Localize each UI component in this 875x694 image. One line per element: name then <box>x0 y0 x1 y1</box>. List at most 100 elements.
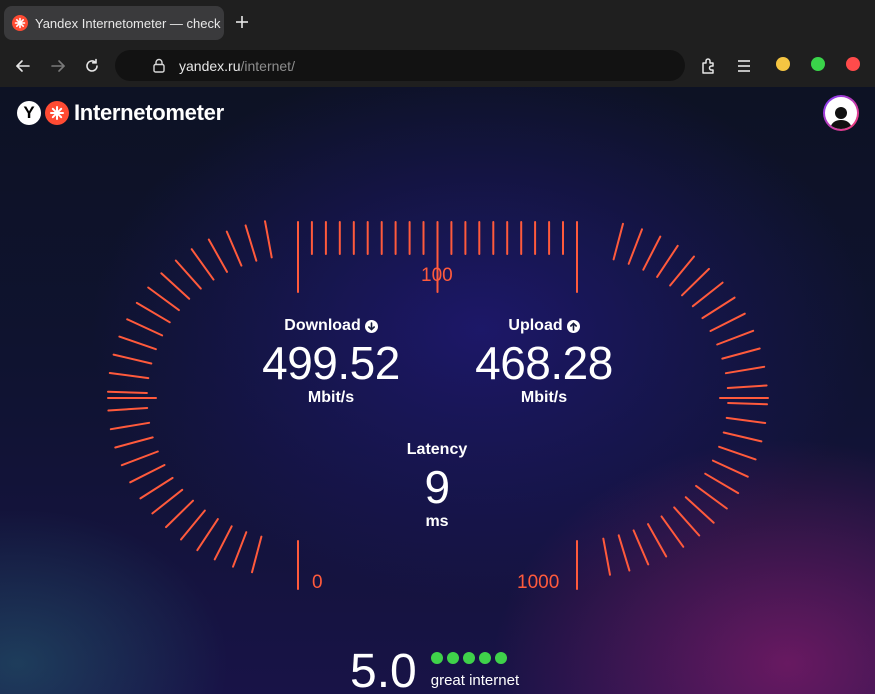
gauge-tick <box>180 509 206 541</box>
user-avatar-button[interactable] <box>823 95 859 131</box>
upload-metric: Upload 468.28 Mbit/s <box>453 317 635 407</box>
gauge-tick <box>207 238 228 273</box>
browser-window: Yandex Internetometer — check your inter… <box>0 0 875 694</box>
user-avatar-icon <box>825 97 857 129</box>
gauge-tick <box>727 402 768 406</box>
maximize-button[interactable] <box>811 57 825 71</box>
gauge-tick <box>135 301 171 324</box>
gauge-tick <box>602 537 611 576</box>
gauge-tick <box>673 506 701 537</box>
rating-dot <box>430 652 443 664</box>
url-path: /internet/ <box>240 57 295 74</box>
internetometer-page: Y Internetometer Download 499.52 Mbit/s … <box>0 87 875 694</box>
plus-icon <box>236 16 248 28</box>
gauge-tick <box>722 431 763 443</box>
browser-toolbar: yandex.ru/internet/ <box>0 45 875 87</box>
address-bar[interactable]: yandex.ru/internet/ <box>115 50 685 81</box>
gauge-tick <box>642 235 662 271</box>
yandex-favicon-icon <box>12 15 28 31</box>
speed-gauge <box>107 220 769 590</box>
puzzle-icon <box>702 58 714 74</box>
scale-label-1000: 1000 <box>517 572 560 593</box>
gauge-tick <box>724 365 766 375</box>
gauge-tick <box>147 286 180 312</box>
download-unit: Mbit/s <box>307 389 355 406</box>
download-label: Download <box>240 317 422 335</box>
gauge-tick <box>213 525 233 561</box>
upload-label: Upload <box>453 317 635 335</box>
rating-dot <box>446 652 459 664</box>
gauge-tick <box>612 222 624 261</box>
upload-value: 468.28 <box>475 337 613 389</box>
gauge-tick <box>627 228 643 265</box>
arrow-down-icon <box>364 319 378 333</box>
upload-label-text: Upload <box>508 317 563 334</box>
gauge-tick <box>669 255 695 287</box>
download-value: 499.52 <box>262 337 400 389</box>
url-text: yandex.ru/internet/ <box>179 58 295 74</box>
rating-dots <box>430 652 519 664</box>
download-metric: Download 499.52 Mbit/s <box>240 317 422 407</box>
latency-metric: Latency 9 ms <box>367 441 507 531</box>
gauge-tick <box>244 224 258 262</box>
minimize-button[interactable] <box>776 57 790 71</box>
gauge-tick <box>232 531 248 568</box>
gauge-tick <box>726 384 768 389</box>
rating-side: great internet <box>430 652 520 689</box>
yandex-logo[interactable]: Y Internetometer <box>17 100 224 126</box>
gauge-tick <box>681 267 710 297</box>
latency-label: Latency <box>406 441 468 458</box>
gauge-tick <box>120 450 159 467</box>
menu-button[interactable] <box>733 55 755 77</box>
arrow-left-icon <box>16 60 30 72</box>
gauge-tick <box>718 445 757 461</box>
logo-text: Internetometer <box>74 100 224 125</box>
rating-score: 5.0 <box>350 645 417 694</box>
hamburger-icon <box>738 60 750 72</box>
tab-bar: Yandex Internetometer — check your inter… <box>0 0 875 45</box>
gauge-tick <box>107 407 149 412</box>
gauge-tick <box>126 318 164 337</box>
yandex-flower-icon <box>45 101 69 125</box>
gauge-tick <box>709 312 746 332</box>
new-tab-button[interactable] <box>232 12 252 32</box>
tab-yandex-internetometer[interactable]: Yandex Internetometer — check your inter… <box>4 6 224 40</box>
reload-button[interactable] <box>80 54 104 78</box>
reload-icon <box>86 58 98 72</box>
gauge-tick <box>165 499 194 529</box>
forward-button[interactable] <box>46 54 70 78</box>
close-button[interactable] <box>846 57 860 71</box>
extensions-button[interactable] <box>698 55 720 77</box>
gauge-tick <box>190 248 215 281</box>
gauge-tick <box>617 534 631 572</box>
lock-icon <box>151 58 167 74</box>
tab-title: Yandex Internetometer — check your inter… <box>35 15 224 31</box>
gauge-tick <box>196 518 219 552</box>
gauge-tick <box>632 529 650 566</box>
gauge-tick <box>711 459 749 478</box>
rating-dot <box>462 652 475 664</box>
gauge-tick <box>695 484 728 510</box>
gauge-tick <box>251 535 263 574</box>
scale-label-100: 100 <box>421 265 453 286</box>
gauge-tick <box>725 416 767 424</box>
latency-value: 9 <box>424 461 450 513</box>
gauge-tick <box>691 281 724 308</box>
gauge-tick <box>647 523 668 558</box>
gauge-tick <box>701 296 736 320</box>
gauge-tick <box>225 230 243 267</box>
gauge-tick <box>107 390 148 394</box>
gauge-tick <box>684 496 715 524</box>
back-button[interactable] <box>11 54 35 78</box>
arrow-up-icon <box>566 319 580 333</box>
rating-dot <box>478 652 491 664</box>
url-host: yandex.ru <box>179 57 241 74</box>
gauge-tick <box>721 347 761 360</box>
arrow-right-icon <box>51 60 65 72</box>
rating-text: great internet <box>430 672 520 689</box>
gauge-tick <box>716 329 755 346</box>
gauge-tick <box>151 488 184 515</box>
gauge-tick <box>174 259 202 290</box>
gauge-tick <box>704 472 740 495</box>
latency-unit: ms <box>425 513 449 530</box>
